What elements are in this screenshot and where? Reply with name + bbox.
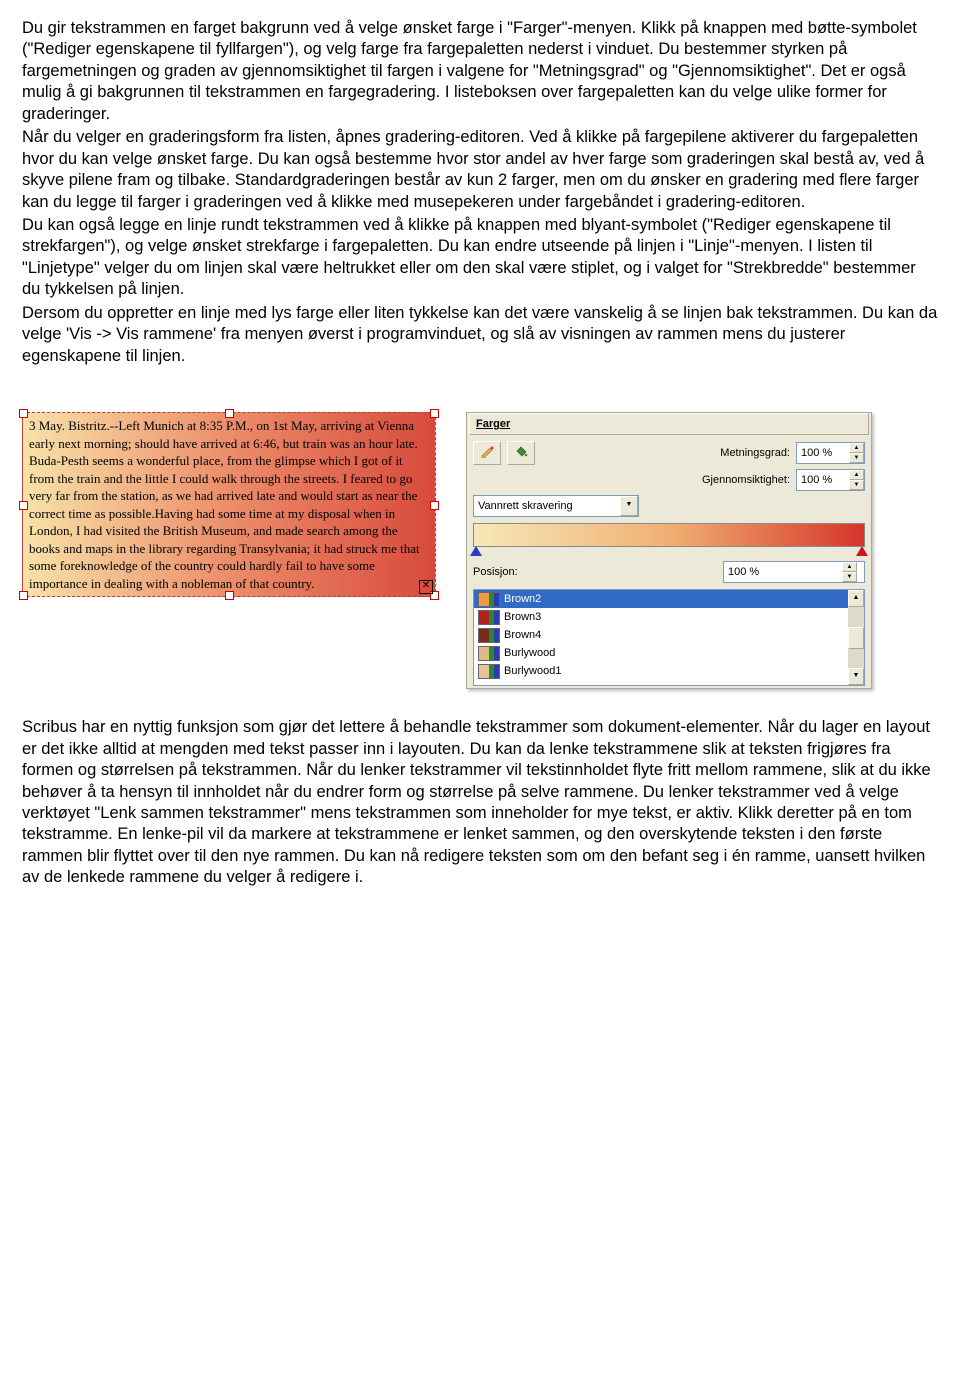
color-list-item[interactable]: Brown4 bbox=[474, 626, 848, 644]
gradient-type-dropdown[interactable]: Vannrett skravering ▼ bbox=[473, 495, 639, 517]
colors-panel: Farger Metningsgrad: ▲▼ Gjennomsiktighet bbox=[466, 412, 872, 689]
saturation-spinner[interactable]: ▲▼ bbox=[796, 442, 865, 464]
saturation-label: Metningsgrad: bbox=[720, 446, 790, 460]
spin-up-icon[interactable]: ▲ bbox=[849, 470, 864, 480]
opacity-value[interactable] bbox=[797, 471, 849, 489]
position-value[interactable] bbox=[724, 563, 842, 581]
color-list-item[interactable]: Burlywood1 bbox=[474, 662, 848, 680]
paragraph-2: Når du velger en graderingsform fra list… bbox=[22, 127, 938, 213]
color-swatch bbox=[478, 664, 500, 679]
paragraph-3: Du kan også legge en linje rundt tekstra… bbox=[22, 215, 938, 301]
color-list-item[interactable]: Brown3 bbox=[474, 608, 848, 626]
figure-row: 3 May. Bistritz.--Left Munich at 8:35 P.… bbox=[22, 412, 938, 689]
gradient-editor[interactable] bbox=[473, 523, 865, 547]
paragraph-4: Dersom du oppretter en linje med lys far… bbox=[22, 303, 938, 367]
spin-down-icon[interactable]: ▼ bbox=[849, 453, 864, 463]
scroll-up-icon[interactable]: ▲ bbox=[848, 590, 864, 607]
paragraph-5: Scribus har en nyttig funksjon som gjør … bbox=[22, 717, 938, 889]
bucket-icon bbox=[514, 444, 528, 462]
color-swatch bbox=[478, 628, 500, 643]
color-name: Burlywood1 bbox=[504, 664, 561, 678]
color-name: Burlywood bbox=[504, 646, 555, 660]
color-swatch bbox=[478, 610, 500, 625]
text-frame-example[interactable]: 3 May. Bistritz.--Left Munich at 8:35 P.… bbox=[22, 412, 436, 597]
text-frame-content: 3 May. Bistritz.--Left Munich at 8:35 P.… bbox=[29, 418, 420, 591]
scroll-down-icon[interactable]: ▼ bbox=[848, 668, 864, 685]
color-list-scrollbar[interactable]: ▲ ▼ bbox=[848, 590, 864, 685]
fill-color-button[interactable] bbox=[507, 441, 535, 465]
color-swatch bbox=[478, 592, 500, 607]
spin-up-icon[interactable]: ▲ bbox=[842, 562, 857, 572]
color-list-item[interactable]: Brown2 bbox=[474, 590, 848, 608]
opacity-spinner[interactable]: ▲▼ bbox=[796, 469, 865, 491]
color-name: Brown2 bbox=[504, 592, 541, 606]
spin-down-icon[interactable]: ▼ bbox=[849, 480, 864, 490]
position-spinner[interactable]: ▲▼ bbox=[723, 561, 865, 583]
chevron-down-icon[interactable]: ▼ bbox=[620, 496, 638, 516]
position-label: Posisjon: bbox=[473, 565, 518, 579]
gradient-stop-left[interactable] bbox=[470, 546, 482, 556]
overflow-icon: ✕ bbox=[419, 580, 433, 594]
gradient-stop-right[interactable] bbox=[856, 546, 868, 556]
color-name: Brown4 bbox=[504, 628, 541, 642]
color-swatch bbox=[478, 646, 500, 661]
color-list[interactable]: Brown2 Brown3 Brown4 Burlywood Burlywood1 ▲ … bbox=[473, 589, 865, 686]
scroll-thumb[interactable] bbox=[848, 627, 864, 649]
gradient-type-value: Vannrett skravering bbox=[474, 499, 620, 513]
spin-up-icon[interactable]: ▲ bbox=[849, 443, 864, 453]
panel-title[interactable]: Farger bbox=[469, 413, 869, 435]
stroke-color-button[interactable] bbox=[473, 441, 501, 465]
opacity-label: Gjennomsiktighet: bbox=[702, 473, 790, 487]
saturation-value[interactable] bbox=[797, 444, 849, 462]
spin-down-icon[interactable]: ▼ bbox=[842, 572, 857, 582]
color-name: Brown3 bbox=[504, 610, 541, 624]
paragraph-1: Du gir tekstrammen en farget bakgrunn ve… bbox=[22, 18, 938, 125]
color-list-item[interactable]: Burlywood bbox=[474, 644, 848, 662]
pencil-icon bbox=[480, 444, 494, 462]
